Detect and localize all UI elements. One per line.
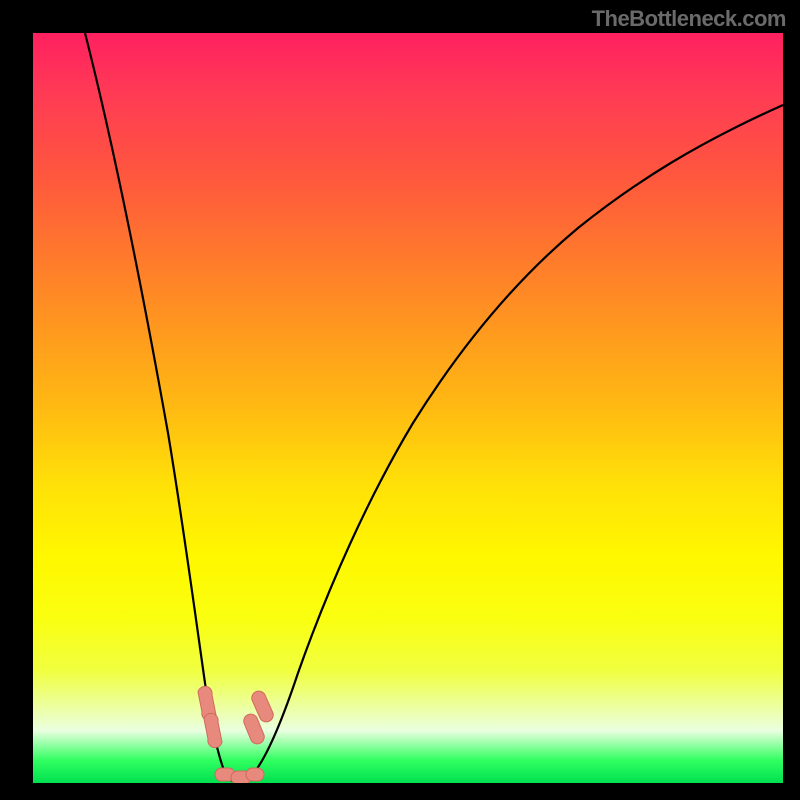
plot-area (33, 33, 783, 783)
curve-layer (33, 33, 783, 783)
bottleneck-curve (85, 33, 783, 783)
watermark-text: TheBottleneck.com (592, 6, 786, 32)
right-cluster (244, 691, 273, 744)
bottom-cluster (215, 768, 264, 783)
chart-frame: TheBottleneck.com (0, 0, 800, 800)
left-cluster (198, 686, 222, 747)
